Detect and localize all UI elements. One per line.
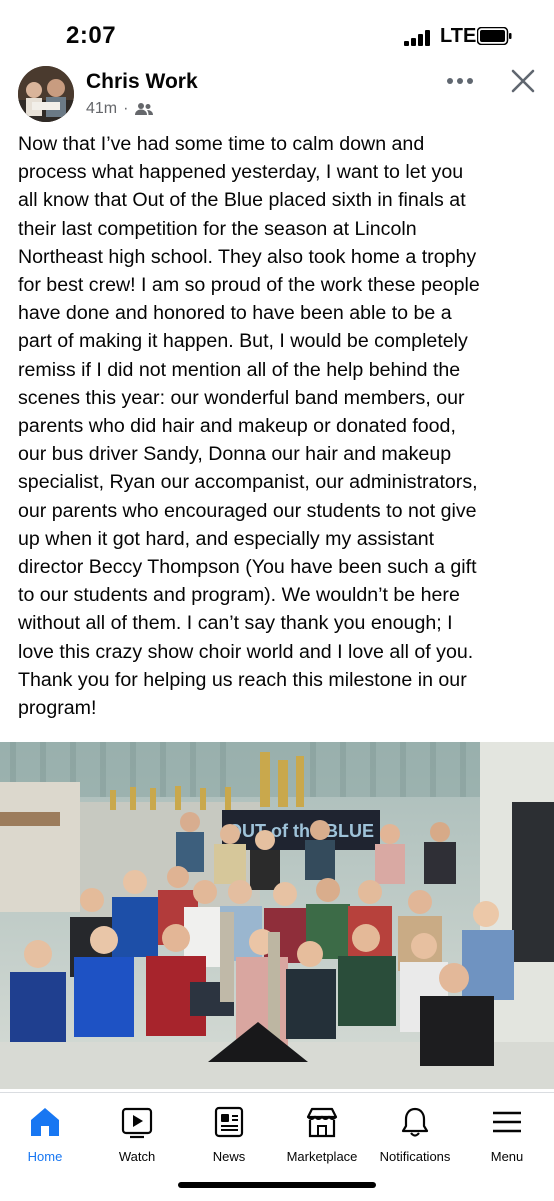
tab-label: News bbox=[212, 1149, 246, 1164]
tab-home[interactable]: Home bbox=[12, 1093, 78, 1173]
tab-watch[interactable]: Watch bbox=[104, 1093, 170, 1173]
post-meta: 41m · bbox=[86, 100, 154, 118]
post-photo[interactable]: OUT of the BLUE bbox=[0, 742, 554, 1089]
post-body: Now that I’ve had some time to calm down… bbox=[18, 133, 480, 720]
tab-notifications[interactable]: Notifications bbox=[372, 1093, 458, 1173]
clock: 2:07 bbox=[66, 22, 117, 49]
tab-label: Home bbox=[27, 1149, 63, 1164]
separator: · bbox=[123, 100, 129, 117]
status-bar: 2:07 LTE bbox=[0, 0, 554, 64]
home-icon bbox=[31, 1108, 59, 1136]
bell-icon bbox=[401, 1107, 429, 1137]
network-label: LTE bbox=[440, 25, 477, 47]
watch-icon bbox=[121, 1107, 153, 1139]
photo-banner-text: OUT of the BLUE bbox=[228, 821, 374, 841]
post-timestamp[interactable]: 41m bbox=[86, 100, 117, 118]
avatar[interactable] bbox=[18, 66, 74, 122]
tab-label: Menu bbox=[490, 1149, 524, 1164]
tab-label: Marketplace bbox=[286, 1149, 358, 1164]
friends-icon bbox=[135, 103, 154, 115]
signal-icon bbox=[404, 30, 434, 46]
home-indicator[interactable] bbox=[178, 1182, 376, 1188]
tab-menu[interactable]: Menu bbox=[474, 1093, 540, 1173]
author-name[interactable]: Chris Work bbox=[86, 70, 198, 94]
close-button[interactable] bbox=[508, 66, 538, 96]
marketplace-icon bbox=[306, 1107, 338, 1138]
tab-label: Watch bbox=[118, 1149, 156, 1164]
more-options-button[interactable] bbox=[444, 70, 476, 92]
tab-news[interactable]: News bbox=[196, 1093, 262, 1173]
battery-icon bbox=[477, 27, 512, 45]
tab-marketplace[interactable]: Marketplace bbox=[276, 1093, 368, 1173]
news-icon bbox=[214, 1106, 244, 1138]
tab-label: Notifications bbox=[379, 1149, 451, 1164]
menu-icon bbox=[493, 1111, 521, 1133]
